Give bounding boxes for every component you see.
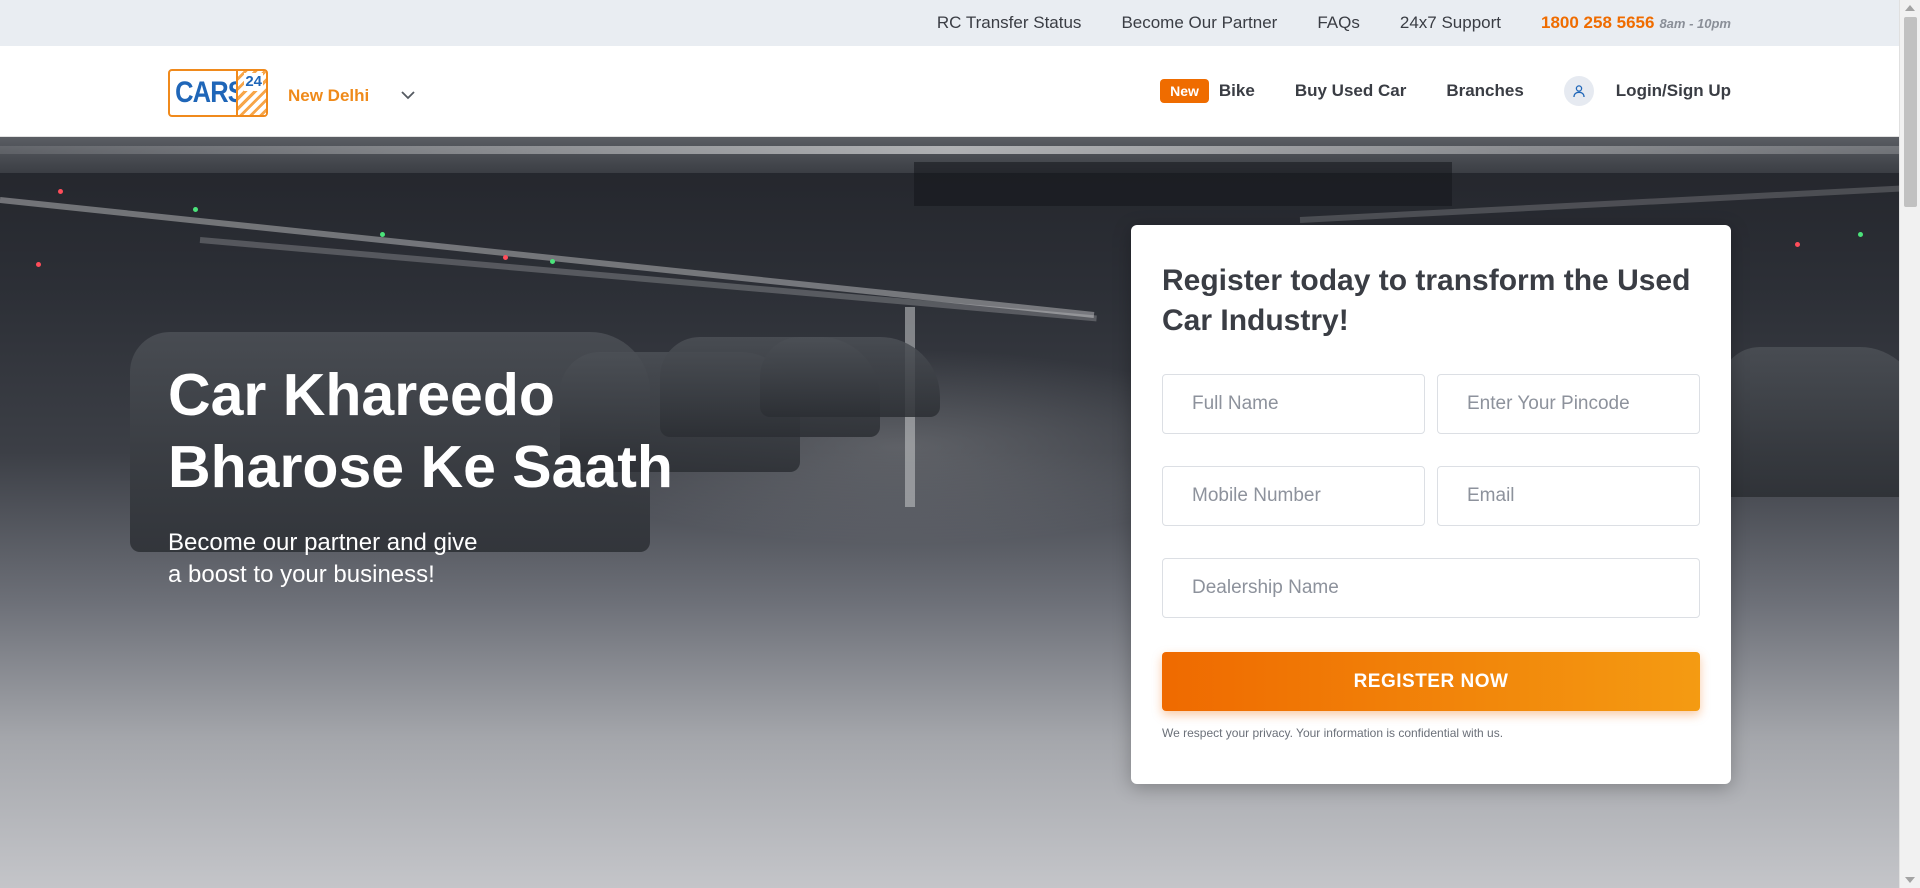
login-signup-link[interactable]: Login/Sign Up (1616, 81, 1731, 101)
support-hours: 8am - 10pm (1659, 15, 1731, 31)
hero-subtitle-line-1: Become our partner and give (168, 529, 478, 556)
hero-bg-car (1720, 347, 1899, 497)
hero-bg-light (503, 255, 508, 260)
hero-bg-beam (0, 197, 1095, 318)
pincode-input[interactable] (1437, 374, 1700, 434)
hero-bg-beam (199, 237, 1097, 322)
nav-bike[interactable]: Bike (1219, 81, 1255, 101)
form-title: Register today to transform the Used Car… (1162, 264, 1691, 337)
nav-branches[interactable]: Branches (1446, 81, 1523, 101)
rc-transfer-status-link[interactable]: RC Transfer Status (937, 13, 1082, 33)
hero-bg-light (1858, 232, 1863, 237)
hero-title-line-2: Bharose Ke Saath (168, 434, 673, 500)
hero-title: Car Khareedo Bharose Ke Saath (168, 359, 788, 503)
support-phone-number[interactable]: 1800 258 5656 (1541, 13, 1654, 33)
registration-form-card: Register today to transform the Used Car… (1131, 225, 1731, 784)
hero-bg-light (1795, 242, 1800, 247)
support-link[interactable]: 24x7 Support (1400, 13, 1501, 33)
scroll-down-arrow-icon[interactable] (1905, 877, 1915, 883)
main-header: CARS 24 New Delhi New Bike Buy Used Car … (0, 46, 1899, 137)
hero-bg-light-strip (0, 146, 1899, 154)
privacy-note: We respect your privacy. Your informatio… (1162, 726, 1504, 740)
hero-bg-light (193, 207, 198, 212)
hero-bg-light (58, 189, 63, 194)
mobile-number-input[interactable] (1162, 466, 1425, 526)
scrollbar-thumb[interactable] (1904, 17, 1917, 207)
utility-links: RC Transfer Status Become Our Partner FA… (897, 0, 1731, 46)
hero-bg-light (550, 259, 555, 264)
user-glyph (1573, 85, 1585, 98)
utility-bar: RC Transfer Status Become Our Partner FA… (0, 0, 1899, 46)
logo-number: 24 (244, 73, 263, 91)
scroll-up-arrow-icon[interactable] (1905, 5, 1915, 11)
chevron-down-icon[interactable] (401, 88, 415, 102)
new-badge: New (1160, 79, 1209, 103)
faqs-link[interactable]: FAQs (1317, 13, 1360, 33)
page-scrollbar[interactable] (1899, 0, 1920, 888)
cars24-logo[interactable]: CARS 24 (168, 69, 268, 117)
hero-title-line-1: Car Khareedo (168, 362, 555, 428)
nav-buy-used-car[interactable]: Buy Used Car (1295, 81, 1406, 101)
logo-text: CARS (175, 76, 245, 109)
hero-subtitle: Become our partner and give a boost to y… (168, 527, 548, 591)
email-input[interactable] (1437, 466, 1700, 526)
dealership-name-input[interactable] (1162, 558, 1700, 618)
hero-subtitle-line-2: a boost to your business! (168, 561, 435, 588)
user-icon[interactable] (1563, 76, 1594, 106)
full-name-input[interactable] (1162, 374, 1425, 434)
hero-bg-sign (914, 162, 1452, 206)
hero-bg-light (380, 232, 385, 237)
main-nav: New Bike Buy Used Car Branches Login/Sig… (1160, 46, 1731, 136)
register-now-button[interactable]: REGISTER NOW (1162, 652, 1700, 711)
hero-bg-light (36, 262, 41, 267)
city-selector[interactable]: New Delhi (288, 86, 369, 106)
become-partner-link[interactable]: Become Our Partner (1121, 13, 1277, 33)
